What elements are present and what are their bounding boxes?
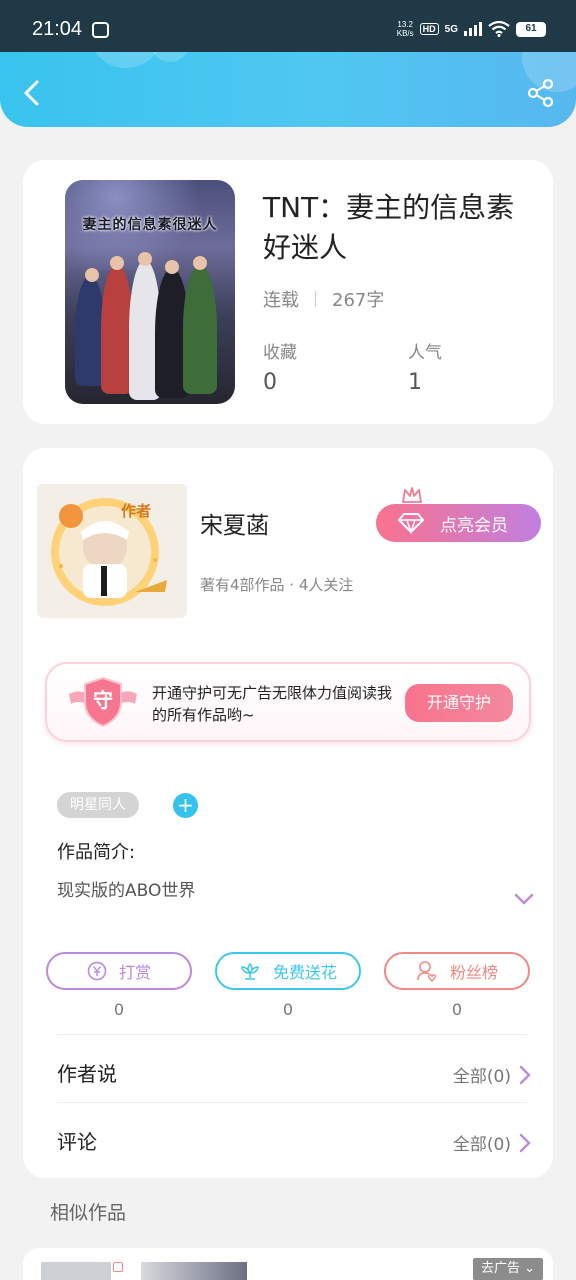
chevron-right-icon: [519, 1133, 531, 1152]
send-flower-button[interactable]: 免费送花: [215, 952, 361, 990]
genre-tag[interactable]: 明星同人: [57, 792, 139, 818]
fan-ranking-button[interactable]: 粉丝榜: [384, 952, 530, 990]
ad-card[interactable]: 去广告 ⌄: [23, 1248, 553, 1280]
ad-image: [41, 1262, 111, 1280]
chevron-down-icon[interactable]: [513, 892, 535, 906]
book-meta: 连载 267字: [263, 286, 384, 312]
author-name[interactable]: 宋夏菡: [200, 506, 269, 540]
chevron-right-icon: [519, 1065, 531, 1084]
net-speed-value: 13.2: [397, 20, 413, 29]
intro-text: 现实版的ABO世界: [57, 881, 196, 901]
guard-text: 开通守护可无广告无限体力值阅读我的所有作品哟~: [152, 684, 393, 724]
avatar-frame: [51, 498, 167, 606]
signal-icon: [464, 22, 482, 36]
send-flower-label: 免费送花: [272, 963, 337, 982]
diamond-icon: [398, 513, 424, 534]
divider: [57, 1102, 527, 1103]
author-says-label[interactable]: 作者说: [57, 1058, 117, 1087]
back-icon[interactable]: [18, 78, 48, 108]
author-says-all[interactable]: 全部(0): [453, 1062, 531, 1087]
author-card: 作者 宋夏菡 著有4部作品 · 4人关注 点亮会员 守 开通守护可无广告无限体力…: [23, 448, 553, 1178]
flower-icon: [241, 962, 259, 980]
author-avatar[interactable]: 作者: [37, 484, 187, 618]
ad-image: [141, 1262, 247, 1280]
status-bar: 21:04 13.2 KB/s HD 5G 61: [0, 0, 576, 52]
author-says-count: 全部(0): [452, 1067, 511, 1087]
tip-count: 0: [113, 1000, 125, 1019]
shield-char: 守: [93, 688, 113, 712]
remove-ad-button[interactable]: 去广告 ⌄: [472, 1258, 543, 1280]
wifi-icon: [488, 21, 510, 37]
popularity-value: 1: [408, 370, 422, 395]
share-icon[interactable]: [526, 78, 556, 108]
fan-count: 0: [451, 1000, 463, 1019]
vip-button-label: 点亮会员: [440, 515, 508, 536]
comments-all[interactable]: 全部(0): [453, 1130, 531, 1155]
popularity-label: 人气: [408, 343, 442, 363]
remove-ad-label: 去广告: [480, 1261, 520, 1276]
hd-icon: HD: [419, 23, 439, 35]
crown-icon: [402, 487, 422, 503]
cover-title: 妻主的信息素很迷人: [82, 217, 218, 233]
open-guard-button[interactable]: 开通守护: [405, 684, 513, 722]
author-stats: 著有4部作品 · 4人关注: [200, 576, 354, 594]
guard-banner[interactable]: 守 开通守护可无广告无限体力值阅读我的所有作品哟~ 开通守护: [45, 662, 531, 742]
status-indicators: 13.2 KB/s HD 5G 61: [397, 20, 546, 38]
net-speed: 13.2 KB/s: [397, 20, 414, 38]
meta-divider: [315, 291, 316, 307]
yen-coin-icon: [87, 961, 107, 981]
net-speed-unit: KB/s: [396, 29, 414, 38]
network-type: 5G: [444, 23, 458, 35]
fan-ranking-label: 粉丝榜: [449, 963, 498, 982]
comments-count: 全部(0): [452, 1135, 511, 1155]
vip-button[interactable]: 点亮会员: [376, 504, 541, 542]
fan-user-icon: [417, 961, 436, 982]
header-bar: [0, 52, 576, 127]
flower-count: 0: [282, 1000, 294, 1019]
book-info-card: 妻主的信息素很迷人 TNT：妻主的信息素好迷人 连载 267字 收藏 0 人气 …: [23, 160, 553, 424]
book-cover[interactable]: 妻主的信息素很迷人: [65, 180, 235, 404]
book-title: TNT：妻主的信息素好迷人: [263, 191, 515, 264]
divider: [57, 1034, 527, 1035]
tip-label: 打赏: [118, 963, 151, 982]
favorites-label: 收藏: [263, 343, 297, 363]
tip-button[interactable]: 打赏: [46, 952, 192, 990]
similar-works-title: 相似作品: [50, 1202, 127, 1224]
comments-label[interactable]: 评论: [57, 1126, 97, 1155]
intro-label: 作品简介:: [57, 842, 136, 863]
notification-icon: [92, 22, 109, 38]
favorites-value: 0: [263, 370, 277, 395]
ad-mark-icon: [113, 1262, 123, 1272]
book-status: 连载: [263, 290, 299, 311]
battery-icon: 61: [516, 21, 546, 37]
status-time: 21:04: [32, 18, 83, 40]
word-count: 267字: [332, 290, 385, 311]
add-tag-button[interactable]: +: [173, 793, 198, 818]
author-badge: 作者: [121, 502, 152, 520]
